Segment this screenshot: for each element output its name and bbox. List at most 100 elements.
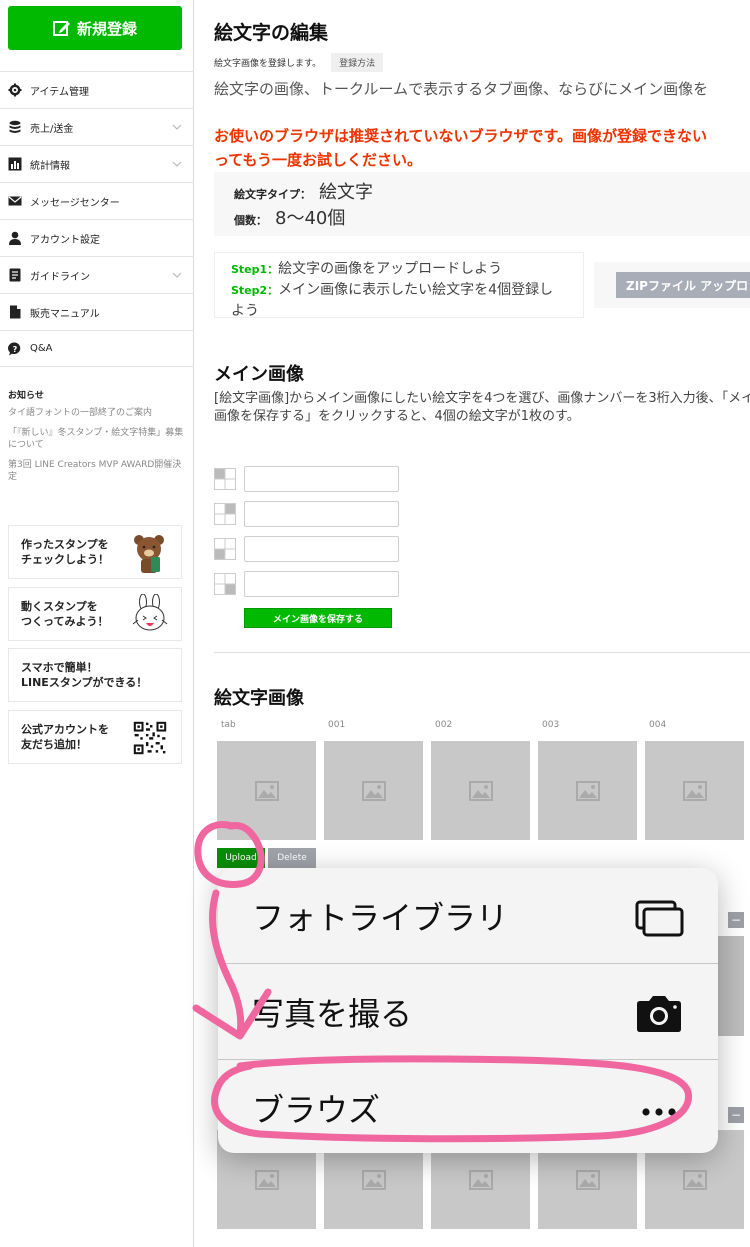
column-label-003: 003 (542, 720, 560, 730)
subtitle: 絵文字画像を登録します。 (214, 59, 322, 69)
image-placeholder-icon (361, 780, 386, 801)
promo-smartphone[interactable]: スマホで簡単！ LINEスタンプができる！ (8, 648, 182, 702)
image-placeholder-icon (254, 780, 279, 801)
main-image-row (214, 466, 399, 492)
sidebar-item-manual[interactable]: 販売マニュアル (0, 293, 194, 330)
more-icon (642, 1108, 676, 1116)
news-link[interactable]: 第3回 LINE Creators MVP AWARD開催決定 (8, 459, 188, 483)
emoji-tile-004[interactable] (645, 741, 744, 840)
sidebar-item-label: ガイドライン (30, 271, 90, 283)
news-title: お知らせ (8, 391, 44, 401)
main-image-number-input[interactable] (244, 536, 399, 562)
sidebar-item-sales[interactable]: 売上/送金 (0, 108, 194, 145)
page-title: 絵文字の編集 (214, 22, 329, 44)
emoji-info-box: 絵文字タイプ： 絵文字 個数： 8〜40個 (214, 172, 750, 236)
section-divider (214, 652, 750, 653)
chart-icon (8, 157, 22, 171)
main-image-number-input[interactable] (244, 571, 399, 597)
emoji-tile-002[interactable] (431, 741, 530, 840)
question-icon: ? (8, 341, 21, 355)
column-label-001: 001 (328, 720, 346, 730)
grid-position-3-icon (214, 538, 236, 560)
main-image-number-input[interactable] (244, 501, 399, 527)
sidebar-menu: アイテム管理 売上/送金 統計情報 メッセージセンター アカウント設定 ガイドラ… (0, 71, 194, 367)
promo-check-stamps[interactable]: 作ったスタンプを チェックしよう！ (8, 525, 182, 579)
news-link[interactable]: 「『新しい』冬スタンプ・絵文字特集」募集について (8, 427, 188, 451)
step2-label: Step2： (231, 284, 279, 297)
chevron-down-icon (172, 272, 182, 278)
save-main-image-button[interactable]: メイン画像を保存する (244, 608, 392, 628)
sidebar-item-items[interactable]: アイテム管理 (0, 71, 194, 108)
sidebar-item-statistics[interactable]: 統計情報 (0, 145, 194, 182)
zip-upload-button[interactable]: ZIPファイル アップロ (616, 272, 750, 298)
subtitle-row: 絵文字画像を登録します。 登録方法 (214, 53, 384, 72)
promo-line: つくってみよう！ (21, 615, 109, 628)
photo-source-sheet: フォトライブラリ 写真を撮る ブラウズ (218, 868, 718, 1153)
sidebar: 新規登録 アイテム管理 売上/送金 統計情報 メッセージセンター アカウント設定… (0, 0, 194, 1247)
promo-line: スマホで簡単！ (21, 661, 98, 674)
news-section: お知らせ タイ語フォントの一部終了のご案内 「『新しい』冬スタンプ・絵文字特集」… (8, 388, 188, 491)
image-placeholder-icon (682, 780, 707, 801)
page-description: 絵文字の画像、トークルームで表示するタブ画像、ならびにメイン画像を (214, 80, 709, 98)
emoji-tile-tab[interactable] (217, 741, 316, 840)
sidebar-item-account[interactable]: アカウント設定 (0, 219, 194, 256)
news-link[interactable]: タイ語フォントの一部終了のご案内 (8, 407, 188, 419)
emoji-tile-003[interactable] (538, 741, 637, 840)
brown-bear-icon (134, 535, 164, 573)
count-label: 個数： (234, 214, 267, 227)
minus-icon[interactable]: − (728, 1107, 744, 1123)
sidebar-item-qa[interactable]: ? Q&A (0, 330, 194, 367)
delete-button[interactable]: Delete (268, 848, 316, 868)
sidebar-item-guidelines[interactable]: ガイドライン (0, 256, 194, 293)
sidebar-item-label: 統計情報 (30, 160, 70, 172)
promo-line: チェックしよう！ (21, 553, 109, 566)
howto-button[interactable]: 登録方法 (331, 53, 384, 72)
grid-position-1-icon (214, 468, 236, 490)
qr-code-icon (133, 721, 167, 755)
main-image-number-input[interactable] (244, 466, 399, 492)
main-image-row (214, 571, 399, 597)
sidebar-item-label: アカウント設定 (30, 234, 100, 246)
sheet-item-take-photo[interactable]: 写真を撮る (218, 964, 718, 1059)
step2-text: メイン画像に表示したい絵文字を4個登録しよう (231, 282, 554, 319)
minus-icon[interactable]: − (728, 912, 744, 928)
sheet-item-browse[interactable]: ブラウズ (218, 1060, 718, 1153)
image-placeholder-icon (575, 780, 600, 801)
promo-line: 友だち追加！ (21, 738, 87, 751)
new-registration-button[interactable]: 新規登録 (8, 6, 182, 50)
main-image-row (214, 536, 399, 562)
warning-line: ってもう一度お試しください。 (214, 151, 423, 169)
user-icon (9, 231, 21, 245)
upload-button[interactable]: Upload (217, 848, 265, 868)
emoji-images-title: 絵文字画像 (214, 688, 304, 709)
chevron-down-icon (172, 161, 182, 167)
column-label-004: 004 (649, 720, 667, 730)
image-placeholder-icon (254, 1169, 279, 1190)
type-label: 絵文字タイプ： (234, 188, 311, 201)
emoji-tile-001[interactable] (324, 741, 423, 840)
promo-official-account[interactable]: 公式アカウントを 友だち追加！ (8, 710, 182, 764)
promo-line: 動くスタンプを (21, 600, 98, 613)
sheet-item-label: フォトライブラリ (252, 898, 509, 937)
edit-icon (52, 21, 70, 36)
file-icon (10, 305, 21, 319)
step1-text: 絵文字の画像をアップロードしよう (278, 261, 503, 277)
column-label-tab: tab (221, 720, 236, 730)
gear-icon (8, 83, 22, 97)
camera-icon (637, 996, 681, 1032)
step1-label: Step1： (231, 263, 279, 276)
zip-upload-area: ZIPファイル アップロ (594, 262, 750, 308)
grid-position-4-icon (214, 573, 236, 595)
main-image-description: [絵文字画像]からメイン画像にしたい絵文字を4つを選び、画像ナンバーを3桁入力後… (214, 391, 750, 424)
sidebar-item-label: 販売マニュアル (30, 308, 100, 320)
sidebar-item-messages[interactable]: メッセージセンター (0, 182, 194, 219)
steps-box: Step1：絵文字の画像をアップロードしよう Step2：メイン画像に表示したい… (214, 252, 584, 319)
promo-line: LINEスタンプができる！ (21, 676, 148, 689)
image-placeholder-icon (682, 1169, 707, 1190)
image-placeholder-icon (575, 1169, 600, 1190)
sheet-item-label: 写真を撮る (252, 994, 413, 1033)
promo-animated-stamps[interactable]: 動くスタンプを つくってみよう！ (8, 587, 182, 641)
sheet-item-photo-library[interactable]: フォトライブラリ (218, 868, 718, 963)
sheet-item-label: ブラウズ (252, 1090, 381, 1129)
sidebar-item-label: Q&A (30, 343, 53, 354)
